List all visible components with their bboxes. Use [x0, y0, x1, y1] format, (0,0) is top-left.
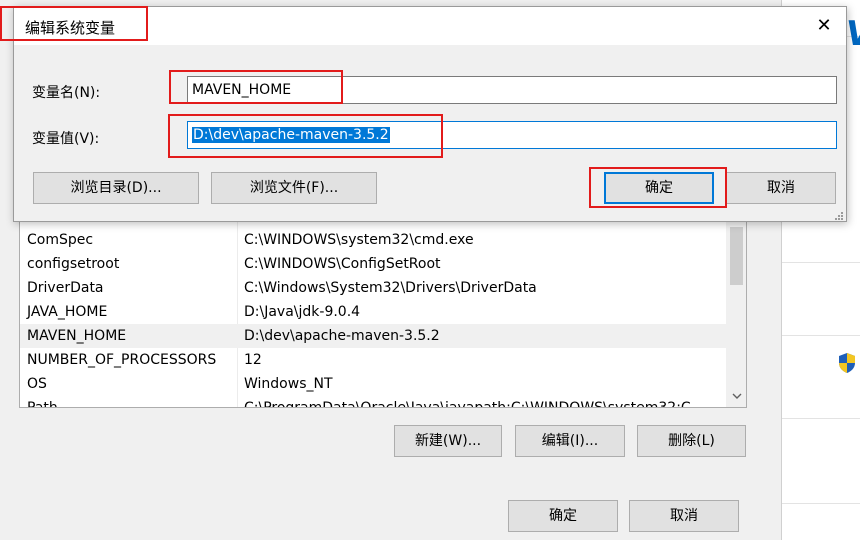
divider: [782, 418, 860, 419]
window-cancel-button[interactable]: 取消: [629, 500, 739, 532]
delete-variable-button[interactable]: 删除(L): [637, 425, 746, 457]
system-variables-table[interactable]: ComSpec C:\WINDOWS\system32\cmd.exe conf…: [19, 220, 747, 408]
variable-value-cell: C:\Windows\System32\Drivers\DriverData: [244, 280, 537, 296]
new-variable-button[interactable]: 新建(W)...: [394, 425, 502, 457]
scrollbar-thumb[interactable]: [730, 227, 743, 285]
table-row-selected[interactable]: MAVEN_HOME D:\dev\apache-maven-3.5.2: [20, 324, 726, 348]
table-row[interactable]: OS Windows_NT: [20, 372, 726, 396]
annotation-box-ok-button: [589, 167, 727, 208]
variable-name-cell: Path: [27, 400, 58, 408]
variable-name-cell: configsetroot: [27, 256, 120, 272]
variable-value-cell: D:\dev\apache-maven-3.5.2: [244, 328, 440, 344]
uac-shield-icon: [837, 352, 857, 374]
variable-value-cell: D:\Java\jdk-9.0.4: [244, 304, 361, 320]
divider: [782, 335, 860, 336]
variable-name-cell: JAVA_HOME: [27, 304, 108, 320]
variable-value-cell: Windows_NT: [244, 376, 333, 392]
variable-name-cell: MAVEN_HOME: [27, 328, 127, 344]
chevron-down-icon[interactable]: [726, 389, 746, 405]
browse-directory-button[interactable]: 浏览目录(D)...: [33, 172, 199, 204]
table-row[interactable]: JAVA_HOME D:\Java\jdk-9.0.4: [20, 300, 726, 324]
variable-value-cell: C:\WINDOWS\ConfigSetRoot: [244, 256, 441, 272]
variable-name-cell: ComSpec: [27, 232, 94, 248]
window-ok-button[interactable]: 确定: [508, 500, 618, 532]
edit-variable-button[interactable]: 编辑(I)...: [515, 425, 625, 457]
variable-value-label: 变量值(V):: [32, 131, 100, 147]
annotation-box-title: [0, 6, 148, 41]
table-row[interactable]: ComSpec C:\WINDOWS\system32\cmd.exe: [20, 228, 726, 252]
table-row[interactable]: NUMBER_OF_PROCESSORS 12: [20, 348, 726, 372]
annotation-box-variable-name: [169, 70, 343, 104]
divider: [782, 503, 860, 504]
variable-name-label: 变量名(N):: [32, 85, 101, 101]
vertical-scrollbar[interactable]: [726, 221, 746, 407]
close-icon: ✕: [816, 15, 832, 36]
annotation-box-variable-value: [168, 114, 443, 158]
variable-name-cell: OS: [27, 376, 47, 392]
table-row[interactable]: configsetroot C:\WINDOWS\ConfigSetRoot: [20, 252, 726, 276]
table-row[interactable]: Path C:\ProgramData\Oracle\Java\javapath…: [20, 396, 726, 408]
variable-value-cell: C:\WINDOWS\system32\cmd.exe: [244, 232, 474, 248]
divider: [782, 262, 860, 263]
variable-name-cell: NUMBER_OF_PROCESSORS: [27, 352, 217, 368]
resize-grip-icon[interactable]: [834, 209, 844, 220]
browse-file-button[interactable]: 浏览文件(F)...: [211, 172, 377, 204]
variable-value-cell: 12: [244, 352, 262, 368]
close-button[interactable]: ✕: [802, 7, 846, 45]
table-row[interactable]: DriverData C:\Windows\System32\Drivers\D…: [20, 276, 726, 300]
variable-name-cell: DriverData: [27, 280, 104, 296]
variable-value-cell: C:\ProgramData\Oracle\Java\javapath;C:\W…: [244, 400, 691, 408]
background-window-accent: V: [846, 14, 860, 54]
cancel-button[interactable]: 取消: [726, 172, 836, 204]
